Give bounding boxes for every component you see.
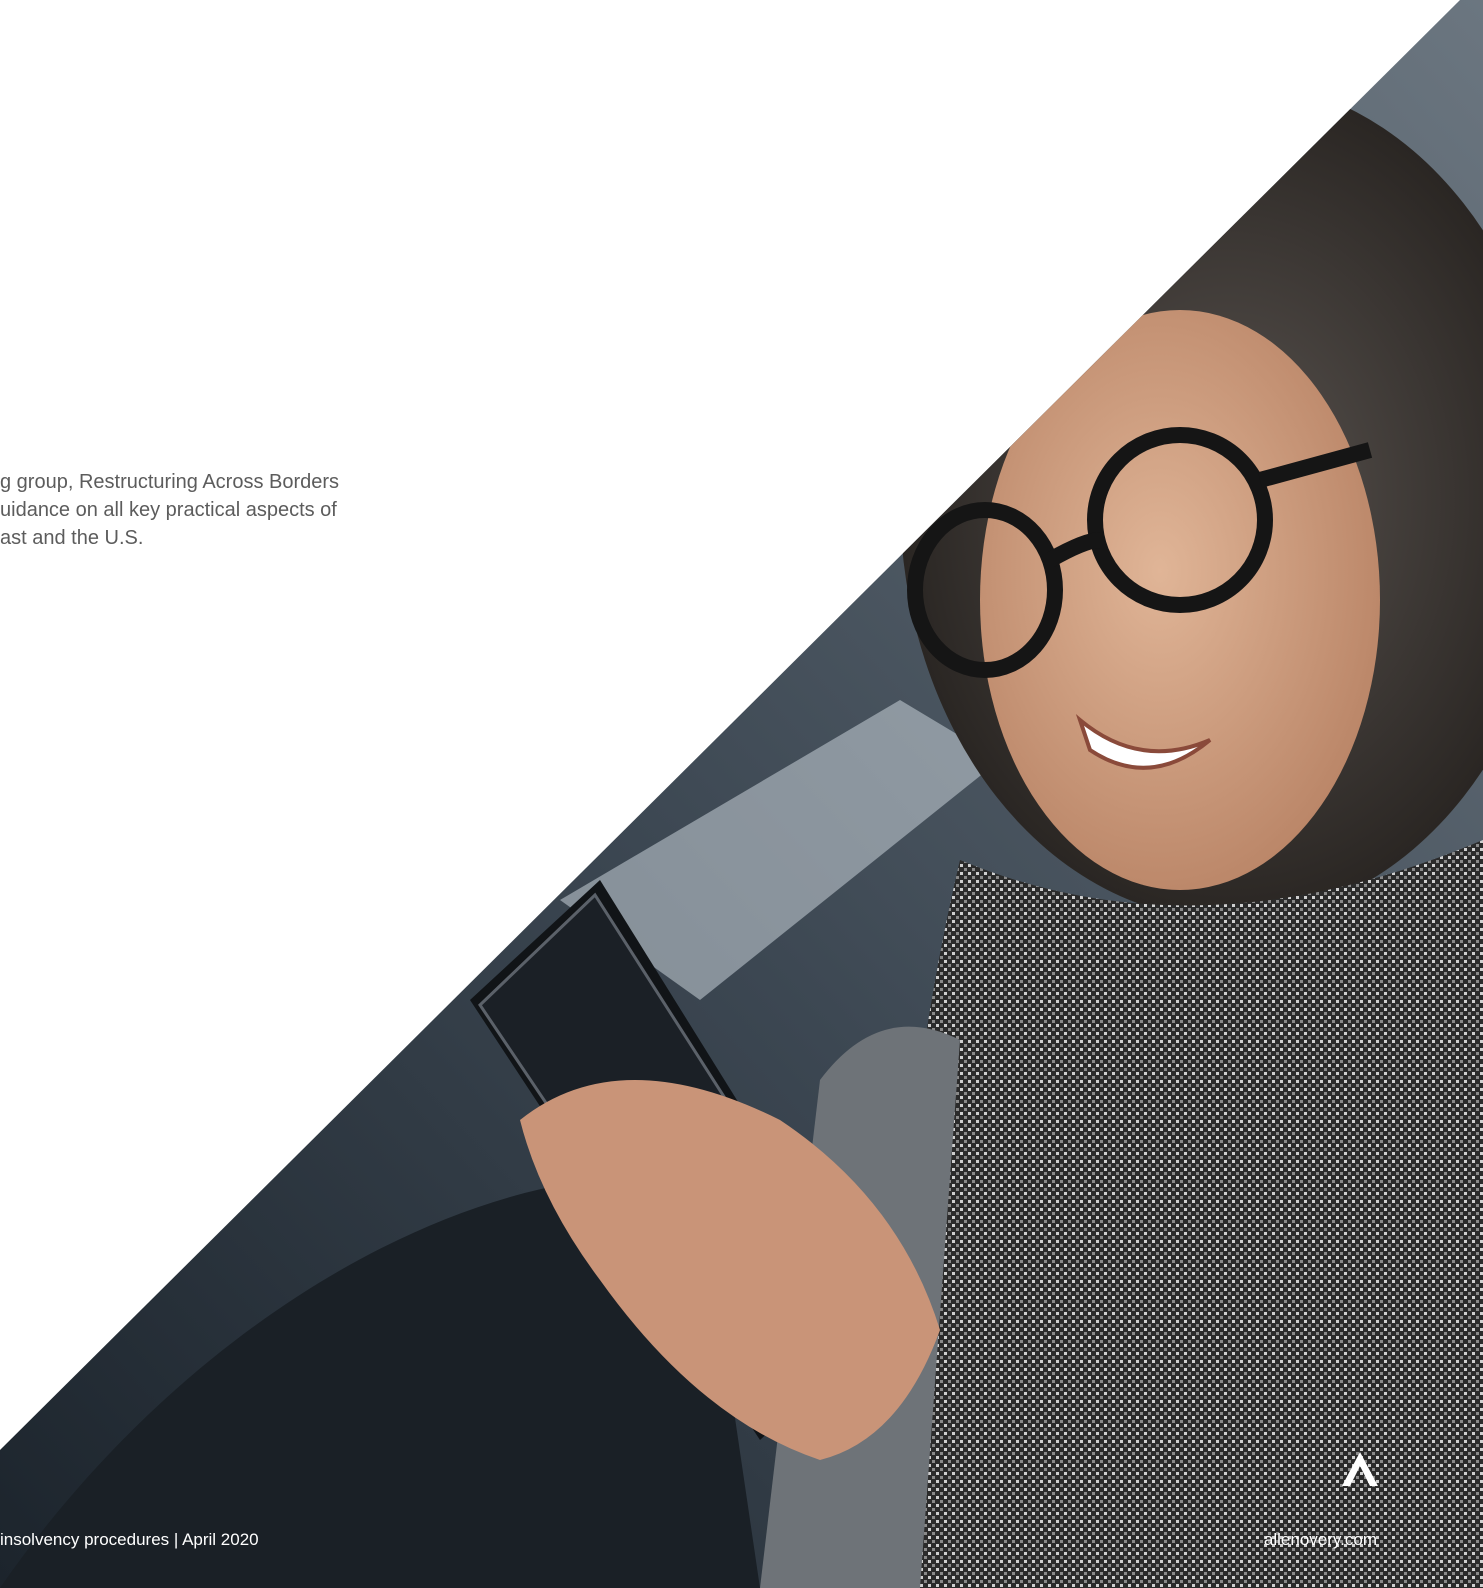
- cover-photo: [0, 0, 1483, 1588]
- footer-website-link[interactable]: allenovery.com: [1264, 1530, 1377, 1550]
- ao-logo-icon: [1342, 1452, 1378, 1486]
- intro-line-1: g group, Restructuring Across Borders: [0, 471, 340, 493]
- footer-document-title: insolvency procedures | April 2020: [0, 1530, 259, 1549]
- intro-line-2: uidance on all key practical aspects of: [0, 499, 337, 521]
- intro-line-3: ast and the U.S.: [0, 527, 144, 549]
- intro-paragraph: g group, Restructuring Across Borders ui…: [0, 468, 470, 552]
- page: g group, Restructuring Across Borders ui…: [0, 0, 1483, 1588]
